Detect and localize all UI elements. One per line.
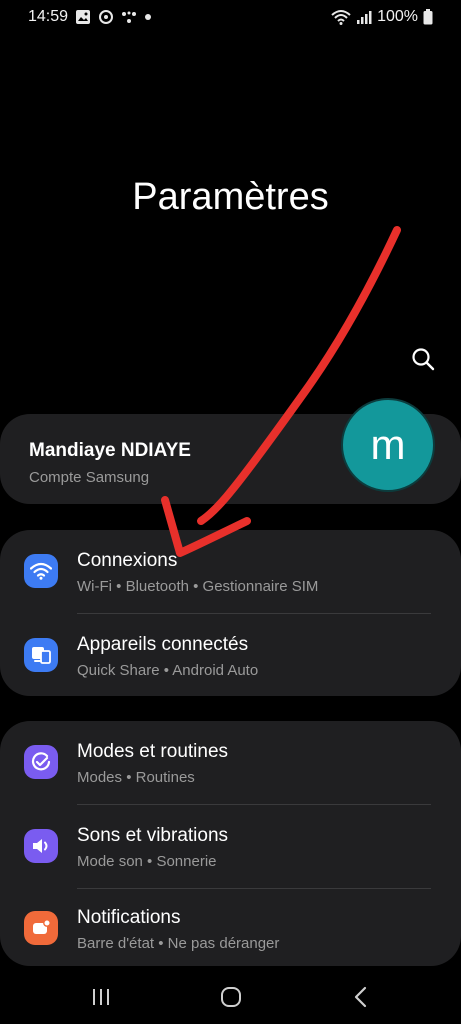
avatar-letter: m <box>370 421 406 468</box>
connected-devices-icon <box>24 638 58 672</box>
settings-group-modes: Modes et routines Modes • Routines Sons … <box>0 721 461 966</box>
settings-item-subtitle: Mode son • Sonnerie <box>77 853 217 870</box>
battery-percentage: 100% <box>377 8 418 25</box>
settings-item-subtitle: Wi-Fi • Bluetooth • Gestionnaire SIM <box>77 578 319 595</box>
gallery-icon <box>75 9 91 25</box>
sync-icon <box>98 9 114 25</box>
home-button[interactable] <box>216 985 246 1009</box>
notifications-icon <box>24 911 58 945</box>
notification-dot-icon <box>144 13 152 21</box>
settings-item-subtitle: Modes • Routines <box>77 769 195 786</box>
battery-icon <box>423 9 433 25</box>
settings-item-title: Appareils connectés <box>77 634 249 655</box>
settings-item-notifications[interactable]: Notifications Barre d'état • Ne pas déra… <box>0 889 461 972</box>
account-subtitle: Compte Samsung <box>29 469 150 486</box>
search-icon <box>412 348 435 371</box>
status-time: 14:59 <box>28 8 69 25</box>
status-bar: 14:59 100% <box>0 0 461 36</box>
settings-item-title: Modes et routines <box>77 741 229 762</box>
dots-app-icon <box>121 9 137 25</box>
account-name: Mandiaye NDIAYE <box>29 440 191 461</box>
back-button[interactable] <box>346 985 376 1009</box>
modes-check-icon <box>24 745 58 779</box>
navigation-bar <box>0 970 461 1024</box>
recents-icon <box>93 989 109 1005</box>
settings-item-title: Notifications <box>77 907 181 928</box>
settings-item-connexions[interactable]: Connexions Wi-Fi • Bluetooth • Gestionna… <box>0 530 461 613</box>
settings-item-modes-routines[interactable]: Modes et routines Modes • Routines <box>0 721 461 804</box>
recents-button[interactable] <box>86 985 116 1009</box>
speaker-icon <box>24 829 58 863</box>
settings-item-subtitle: Barre d'état • Ne pas déranger <box>77 935 280 952</box>
home-icon <box>221 987 241 1007</box>
avatar[interactable]: m <box>341 398 435 492</box>
back-icon <box>354 986 367 1008</box>
wifi-icon <box>24 554 58 588</box>
page-title: Paramètres <box>132 176 329 218</box>
settings-item-title: Sons et vibrations <box>77 825 229 846</box>
signal-icon <box>356 9 372 25</box>
settings-group-connections: Connexions Wi-Fi • Bluetooth • Gestionna… <box>0 530 461 696</box>
search-button[interactable] <box>409 345 437 373</box>
settings-item-sounds[interactable]: Sons et vibrations Mode son • Sonnerie <box>0 805 461 888</box>
settings-item-title: Connexions <box>77 550 178 571</box>
wifi-icon <box>331 9 351 25</box>
settings-item-subtitle: Quick Share • Android Auto <box>77 662 259 679</box>
settings-item-connected-devices[interactable]: Appareils connectés Quick Share • Androi… <box>0 614 461 697</box>
